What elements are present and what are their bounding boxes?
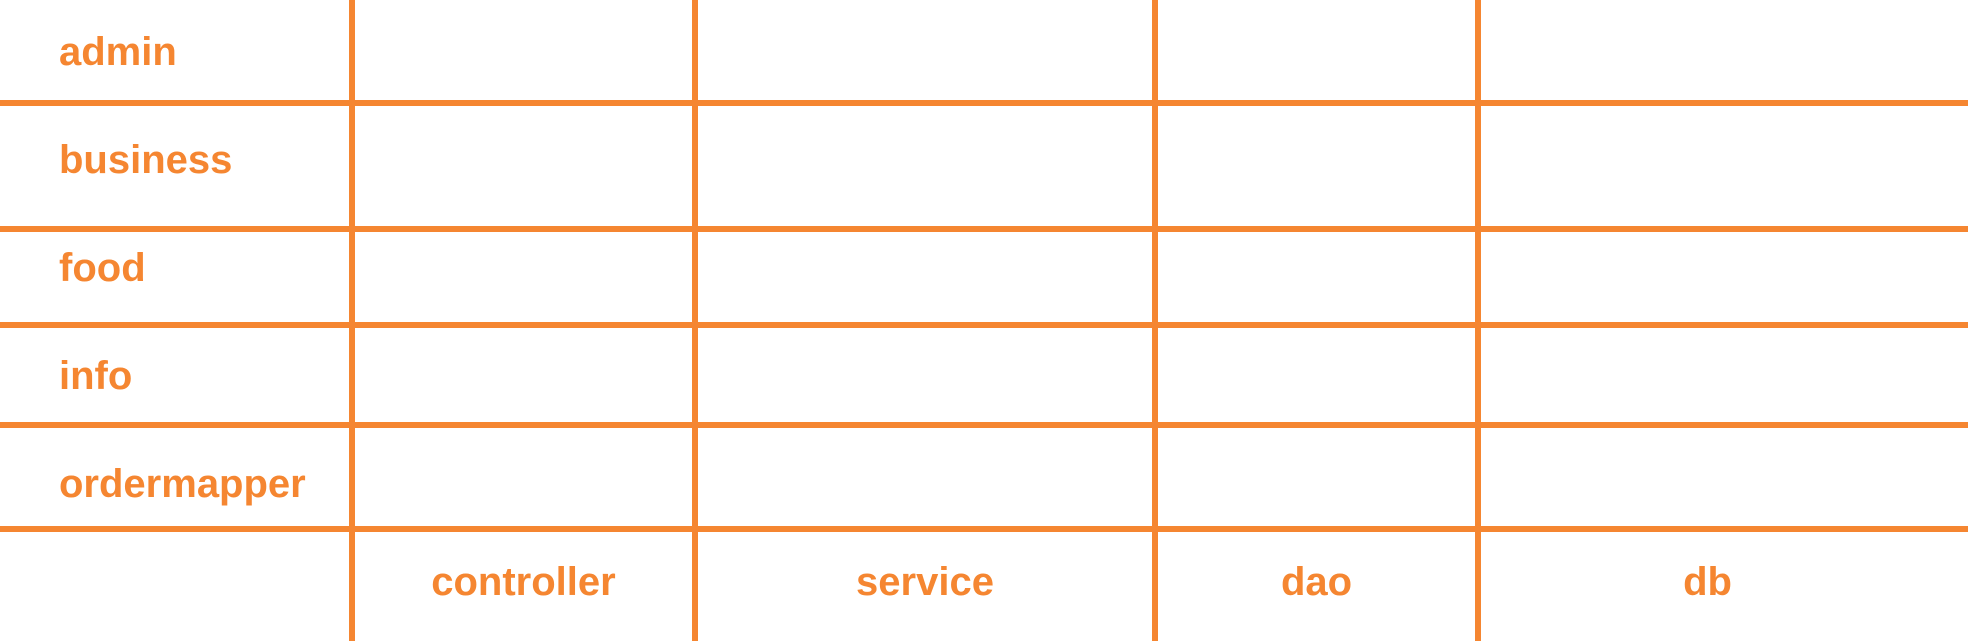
grid-line-horizontal — [0, 526, 1968, 532]
grid-line-horizontal — [0, 100, 1968, 106]
row-label-food: food — [59, 246, 146, 290]
column-label-dao: dao — [1280, 560, 1353, 604]
column-label-controller: controller — [431, 560, 616, 604]
grid-line-horizontal — [0, 322, 1968, 328]
row-label-ordermapper: ordermapper — [59, 462, 306, 506]
grid-line-horizontal — [0, 422, 1968, 428]
grid-line-vertical — [692, 0, 698, 641]
row-label-info: info — [59, 354, 133, 398]
row-label-admin: admin — [59, 30, 177, 74]
layer-module-matrix: admin business food info ordermapper con… — [0, 0, 1968, 641]
grid-line-vertical — [349, 0, 355, 641]
column-label-db: db — [1683, 560, 1732, 604]
grid-line-vertical — [1152, 0, 1158, 641]
column-label-service: service — [856, 560, 994, 604]
row-label-business: business — [59, 138, 233, 182]
grid-line-horizontal — [0, 226, 1968, 232]
grid-line-vertical — [1475, 0, 1481, 641]
